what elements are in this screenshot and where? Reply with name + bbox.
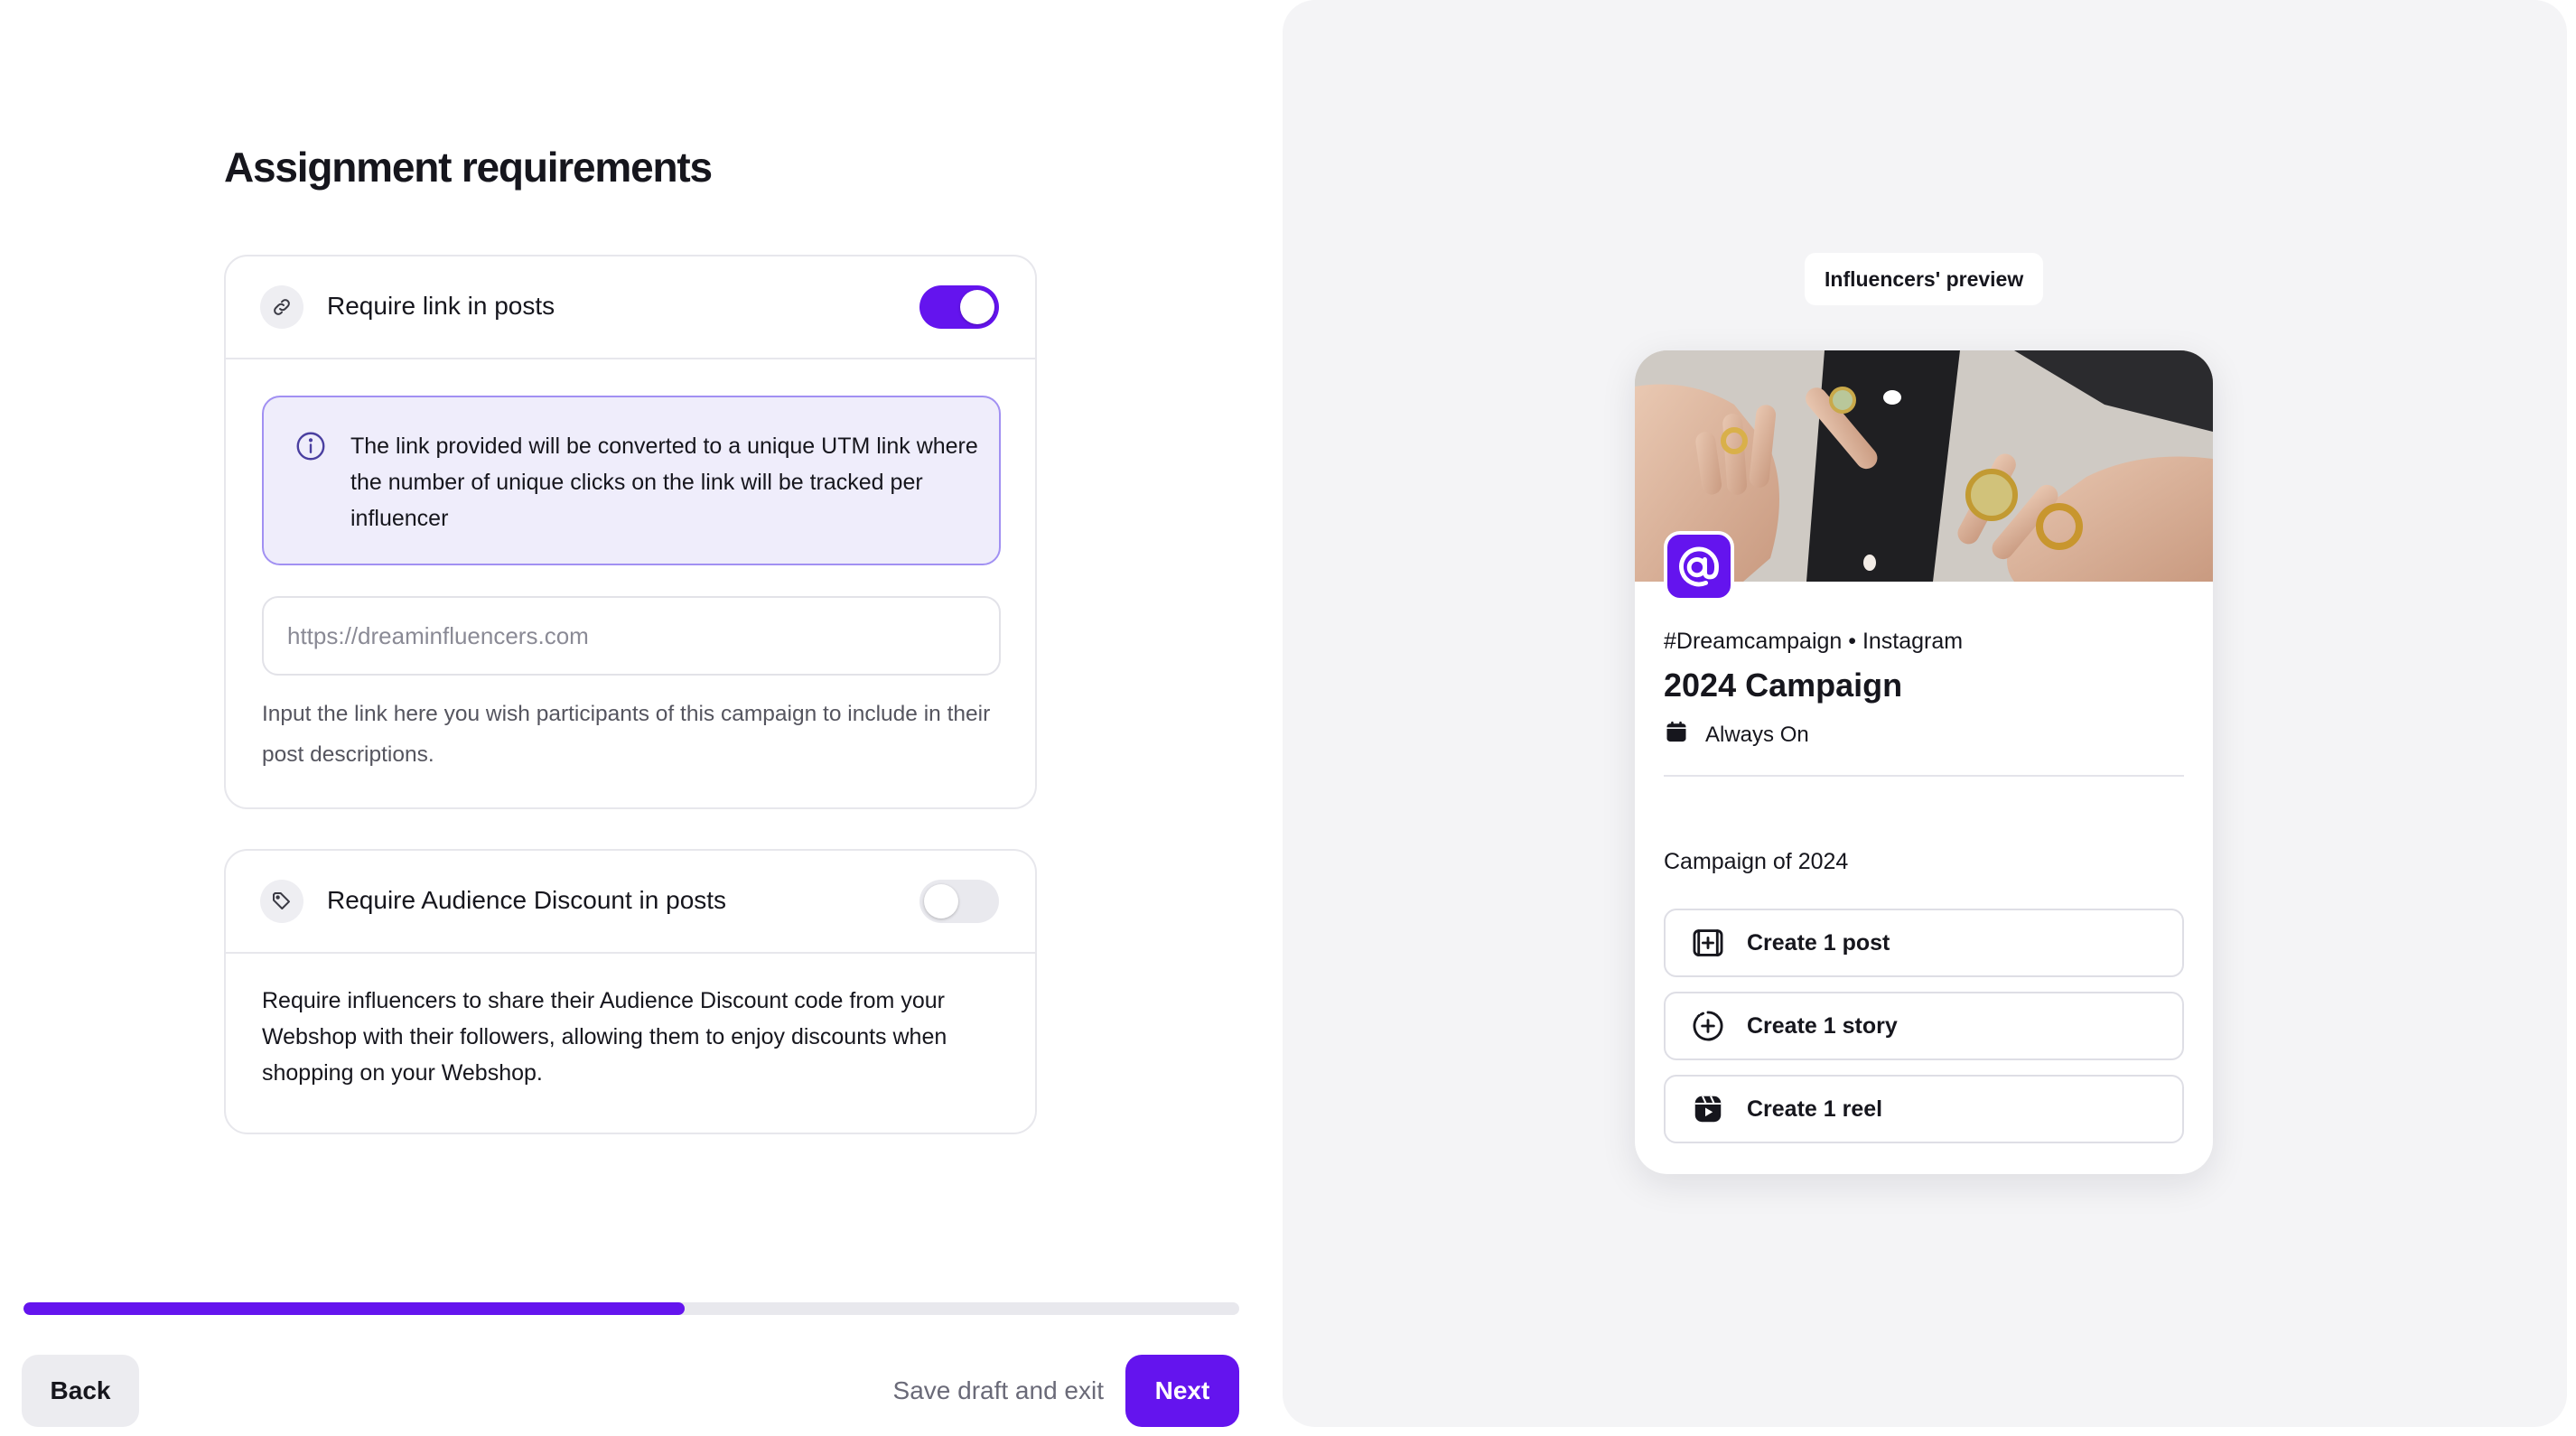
back-button[interactable]: Back: [22, 1355, 139, 1427]
toggle-knob: [960, 290, 994, 324]
discount-requirement-header: Require Audience Discount in posts: [226, 851, 1035, 954]
save-draft-button[interactable]: Save draft and exit: [858, 1355, 1104, 1427]
wizard-progress-bar: [23, 1302, 1239, 1315]
form-panel: Assignment requirements Require link in …: [0, 0, 1283, 1436]
task-label: Create 1 story: [1747, 1012, 1898, 1039]
campaign-preview-card: #Dreamcampaign • Instagram 2024 Campaign…: [1635, 350, 2213, 1174]
toggle-knob: [924, 884, 958, 918]
discount-requirement-card: Require Audience Discount in posts Requi…: [224, 849, 1037, 1134]
link-url-input[interactable]: [262, 596, 1001, 676]
tag-icon: [260, 880, 303, 923]
task-create-post: Create 1 post: [1664, 909, 2184, 977]
progress-fill: [23, 1302, 686, 1315]
reel-icon: [1689, 1090, 1727, 1128]
campaign-title: 2024 Campaign: [1664, 667, 1903, 704]
link-icon: [260, 285, 303, 329]
task-label: Create 1 post: [1747, 929, 1890, 956]
info-icon: [294, 430, 327, 467]
link-requirement-label: Require link in posts: [327, 292, 555, 320]
require-link-toggle[interactable]: [919, 285, 999, 329]
require-discount-toggle[interactable]: [919, 880, 999, 923]
task-create-reel: Create 1 reel: [1664, 1075, 2184, 1143]
influencers-preview-label: Influencers' preview: [1805, 253, 2044, 305]
page-title: Assignment requirements: [224, 144, 713, 191]
utm-info-box: The link provided will be converted to a…: [262, 396, 1001, 565]
discount-description: Require influencers to share their Audie…: [262, 988, 947, 1086]
post-plus-icon: [1689, 924, 1727, 962]
campaign-hashtag-platform: #Dreamcampaign • Instagram: [1664, 629, 1964, 654]
link-requirement-card: Require link in posts The link provided …: [224, 255, 1037, 809]
calendar-icon: [1664, 719, 1689, 751]
story-plus-icon: [1689, 1007, 1727, 1045]
utm-info-text: The link provided will be converted to a…: [350, 434, 978, 531]
schedule-text: Always On: [1705, 722, 1809, 747]
task-label: Create 1 reel: [1747, 1096, 1883, 1122]
brand-logo-icon: [1664, 531, 1734, 601]
link-helper-text: Input the link here you wish participant…: [262, 702, 991, 767]
campaign-description: Campaign of 2024: [1664, 849, 1849, 874]
discount-requirement-label: Require Audience Discount in posts: [327, 886, 727, 914]
link-requirement-header: Require link in posts: [226, 256, 1035, 359]
divider: [1664, 775, 2184, 777]
preview-panel: Influencers' preview #Dreamcampaign • In…: [1283, 0, 2567, 1427]
task-create-story: Create 1 story: [1664, 992, 2184, 1060]
campaign-schedule: Always On: [1664, 719, 1809, 751]
next-button[interactable]: Next: [1125, 1355, 1239, 1427]
